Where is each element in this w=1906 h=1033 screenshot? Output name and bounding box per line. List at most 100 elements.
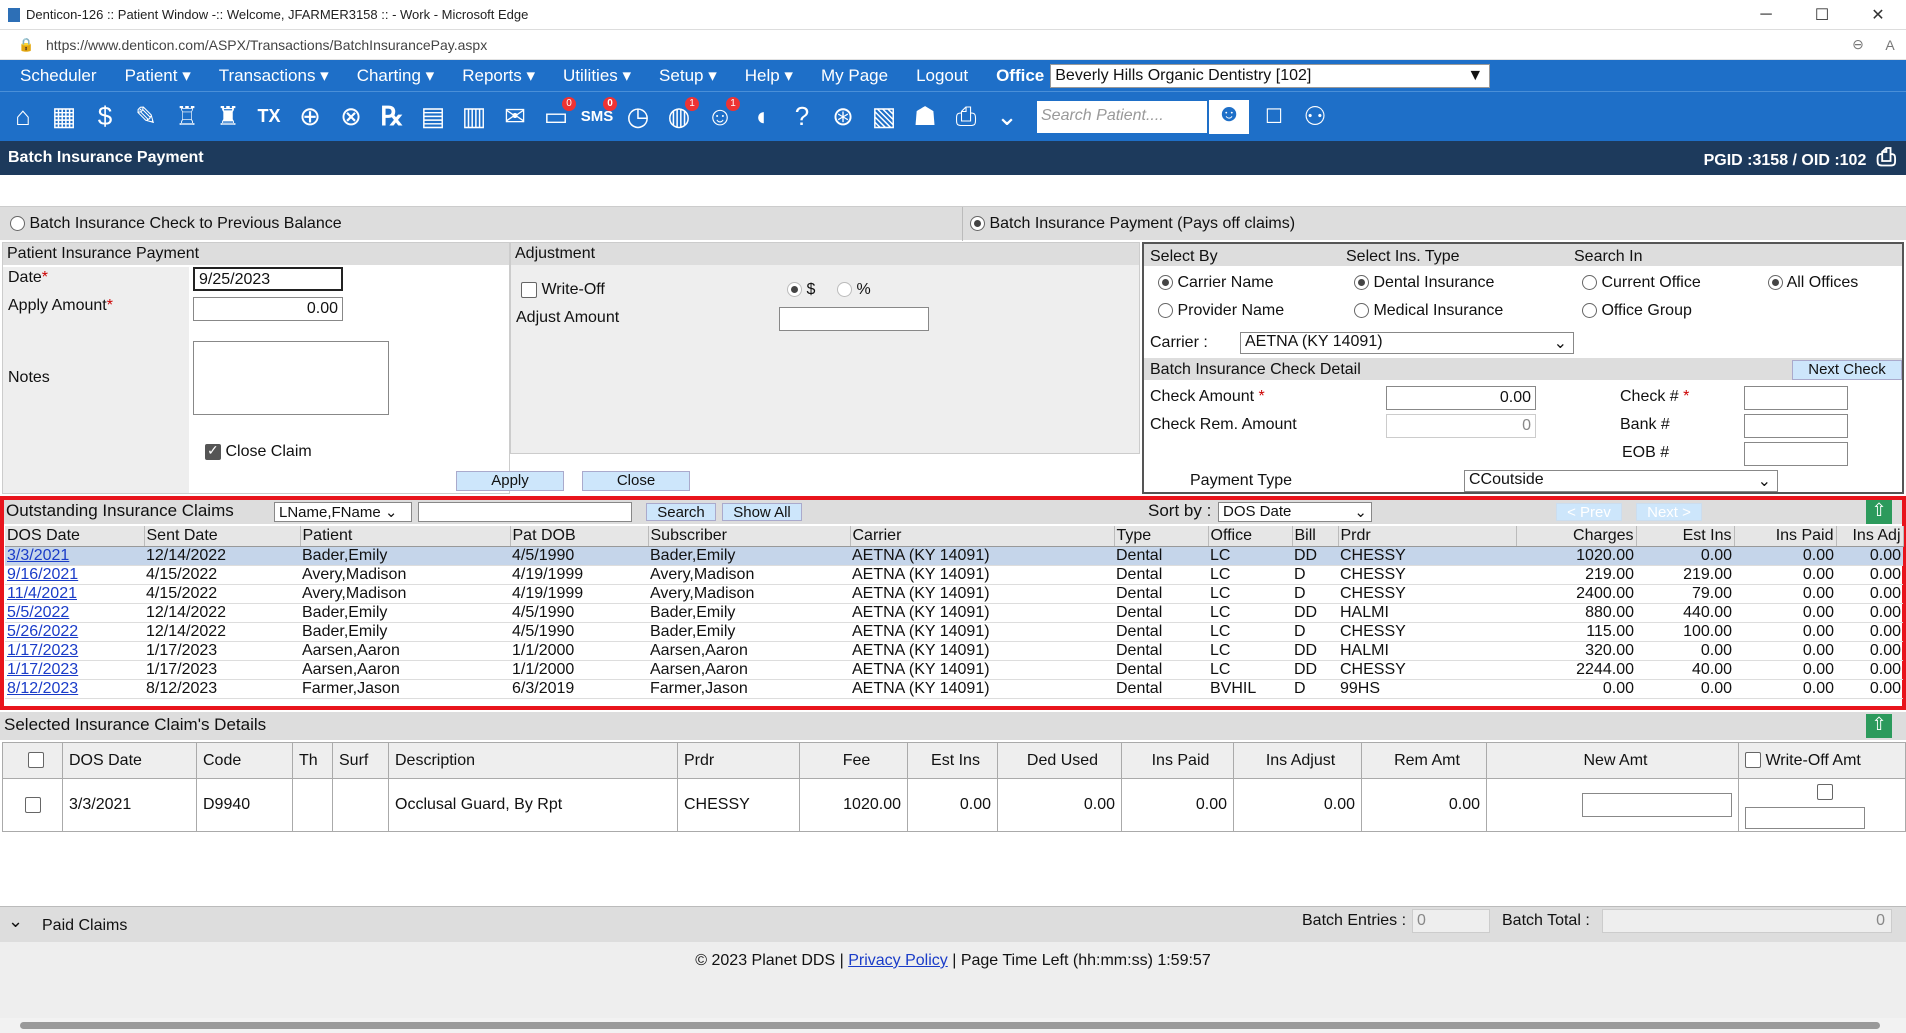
claims-row[interactable]: 1/17/2023 1/17/2023 Aarsen,Aaron 1/1/2000 Aa… [5,660,1903,680]
claims-col-est-ins[interactable]: Est Ins [1636,526,1735,547]
claim-dos-link[interactable]: 5/5/2022 [5,603,144,623]
claims-row[interactable]: 1/17/2023 1/17/2023 Aarsen,Aaron 1/1/2000 Aa… [5,641,1903,661]
paid-claims-label[interactable]: Paid Claims [42,917,127,935]
menu-my-page[interactable]: My Page [821,66,888,86]
zoom-icon[interactable]: ⊖ [1842,36,1874,53]
claim-dos-link[interactable]: 5/26/2022 [5,622,144,642]
home-icon[interactable]: ⌂ [6,99,40,135]
provider-name-option[interactable]: Provider Name [1158,302,1284,320]
show-all-button[interactable]: Show All [722,503,802,521]
select-all-checkbox[interactable] [27,752,44,769]
next-button[interactable]: Next > [1636,503,1702,521]
claims-col-dos-date[interactable]: DOS Date [5,526,145,547]
sms-icon[interactable]: SMS 0 [580,96,617,135]
writeoff-amt-input[interactable] [1745,807,1865,829]
claims-col-type[interactable]: Type [1114,526,1209,547]
add-patient-icon[interactable]: ⊕ [293,99,327,135]
claims-col-bill[interactable]: Bill [1292,526,1339,547]
sortby-select[interactable]: DOS Date ⌄ [1218,502,1372,522]
office-select[interactable]: Beverly Hills Organic Dentistry [102] ▼ [1050,63,1491,88]
print-doc-icon[interactable]: ▥ [457,99,491,135]
claims-row[interactable]: 5/26/2022 12/14/2022 Bader,Emily 4/5/1990 Ba… [5,622,1903,642]
search-button[interactable]: Search [646,503,716,521]
carrier-name-option[interactable]: Carrier Name [1158,274,1273,292]
menu-transactions[interactable]: Transactions ▾ [219,66,329,86]
prev-button[interactable]: < Prev [1556,503,1622,521]
radio-office-group[interactable] [1582,303,1597,319]
horizontal-scrollbar[interactable] [0,1018,1906,1033]
check-amount-input[interactable]: 0.00 [1386,386,1536,410]
claims-row[interactable]: 8/12/2023 8/12/2023 Farmer,Jason 6/3/2019 Fa… [5,679,1903,699]
claims-col-ins-paid[interactable]: Ins Paid [1734,526,1837,547]
apply-amount-input[interactable]: 0.00 [193,297,343,321]
close-button[interactable]: Close [582,471,690,491]
menu-logout[interactable]: Logout [916,66,968,86]
tooth-chart-icon[interactable]: ♖ [170,99,204,135]
check-no-input[interactable] [1744,386,1848,410]
close-window-icon[interactable]: ✕ [1850,5,1906,25]
expand-chevron-icon[interactable]: ⌄ [8,911,23,932]
add-family-icon[interactable]: ⊗ [334,99,368,135]
dental-option[interactable]: Dental Insurance [1354,274,1494,292]
radio-pays-off-claims[interactable] [970,216,985,232]
search-patient-input[interactable]: Search Patient.... [1037,100,1207,133]
people-icon[interactable]: ☗ [908,99,942,135]
claims-row[interactable]: 9/16/2021 4/15/2022 Avery,Madison 4/19/1999… [5,565,1903,585]
claim-dos-link[interactable]: 3/3/2021 [5,546,144,566]
arrow-up-icon[interactable]: ⇧ [1866,500,1892,524]
group-search-icon[interactable]: ⚇ [1298,99,1332,135]
menu-patient[interactable]: Patient ▾ [125,66,191,86]
radio-previous-balance[interactable] [10,216,25,232]
url-text[interactable]: https://www.denticon.com/ASPX/Transactio… [46,37,1842,53]
apply-button[interactable]: Apply [456,471,564,491]
scrollbar-thumb[interactable] [20,1022,1880,1029]
arrow-up-icon[interactable]: ⇧ [1866,714,1892,738]
menu-setup[interactable]: Setup ▾ [659,66,717,86]
radio-provider-name[interactable] [1158,303,1173,319]
all-offices-option[interactable]: All Offices [1768,274,1858,292]
bank-input[interactable] [1744,414,1848,438]
claim-dos-link[interactable]: 9/16/2021 [5,565,144,585]
claims-col-ins-adj[interactable]: Ins Adj [1836,526,1904,547]
help-doc-icon[interactable]: ? [785,99,819,135]
menu-scheduler[interactable]: Scheduler [20,66,97,86]
tx-icon[interactable]: TX [252,99,286,135]
claims-col-prdr[interactable]: Prdr [1338,526,1517,547]
mode-option-pays-off-claims[interactable]: Batch Insurance Payment (Pays off claims… [970,215,1295,233]
lock-icon[interactable]: 🔒 [18,37,34,53]
dropdown-icon[interactable]: ⌄ [990,99,1024,135]
web-icon[interactable]: ⊛ [826,99,860,135]
radio-dental[interactable] [1354,275,1369,291]
adjust-amount-input[interactable] [779,307,929,331]
menu-reports[interactable]: Reports ▾ [462,66,535,86]
office-group-option[interactable]: Office Group [1582,302,1692,320]
name-format-select[interactable]: LName,FName ⌄ [274,502,412,522]
radio-carrier-name[interactable] [1158,275,1173,291]
claims-col-subscriber[interactable]: Subscriber [648,526,851,547]
claims-row[interactable]: 5/5/2022 12/14/2022 Bader,Emily 4/5/1990 Bad… [5,603,1903,623]
printer-icon[interactable]: ⎙ [949,99,983,135]
checkbox-icon[interactable]: ☐ [1257,99,1291,135]
new-amt-input[interactable] [1582,793,1732,817]
tooth-icon[interactable]: ♜ [211,99,245,135]
dollar-option[interactable]: $ [787,281,815,299]
globe-icon[interactable]: ◍ 1 [662,96,699,135]
clock-icon[interactable]: ◷ [621,99,655,135]
patient-search-icon[interactable]: ☻ [1209,99,1249,134]
current-office-option[interactable]: Current Office [1582,274,1701,292]
row-writeoff-checkbox[interactable] [1817,783,1833,800]
tooth-outline-icon[interactable]: ◖ [744,99,778,135]
notes-textarea[interactable] [193,341,389,415]
close-claim-option[interactable]: Close Claim [205,442,312,461]
writeoff-option[interactable]: Write-Off [521,281,605,299]
print-icon[interactable]: ⎙ [1877,144,1896,171]
support-icon[interactable]: ☺ 1 [703,96,740,135]
claims-col-office[interactable]: Office [1208,526,1293,547]
mode-option-previous-balance[interactable]: Batch Insurance Check to Previous Balanc… [10,215,342,233]
rx-icon[interactable]: ℞ [375,99,409,135]
radio-dollar[interactable] [787,282,802,298]
writeoff-all-checkbox[interactable] [1745,752,1761,769]
mail-icon[interactable]: ✉ [498,99,532,135]
eob-input[interactable] [1744,442,1848,466]
next-check-button[interactable]: Next Check [1792,360,1902,380]
